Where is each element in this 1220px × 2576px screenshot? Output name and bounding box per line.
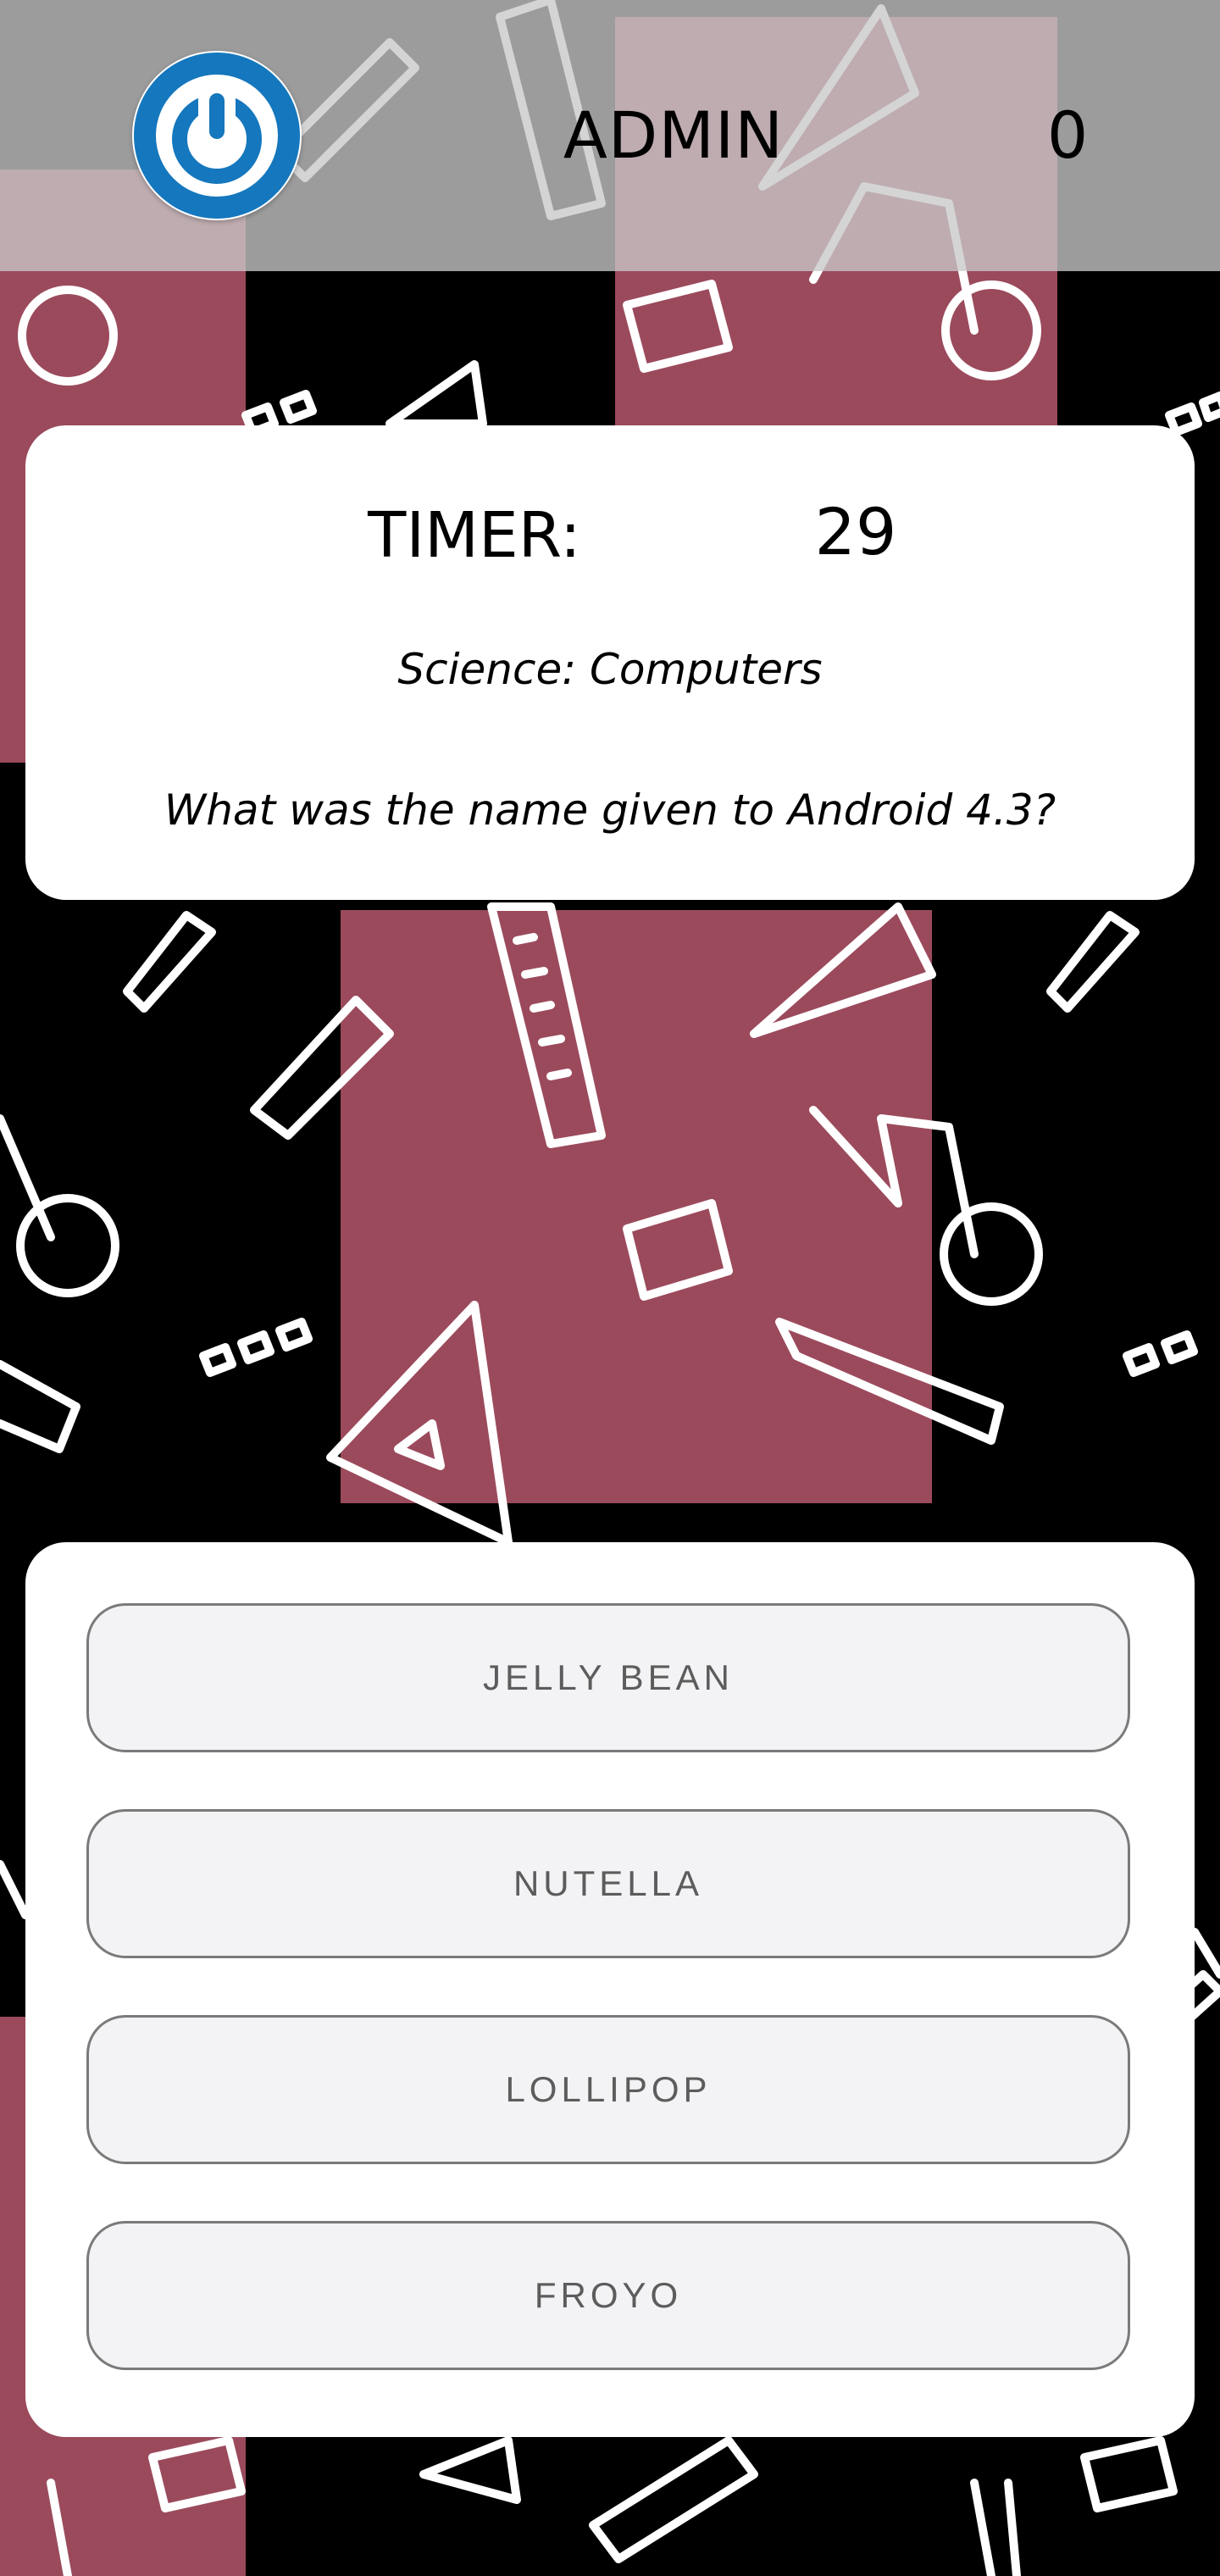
answers-card: JELLY BEAN NUTELLA LOLLIPOP FROYO <box>25 1542 1195 2437</box>
score-value: 0 <box>1046 97 1089 173</box>
question-card: TIMER: 29 Science: Computers What was th… <box>25 425 1195 900</box>
question-text: What was the name given to Android 4.3? <box>164 786 1056 835</box>
pattern-block <box>341 910 932 1503</box>
power-icon[interactable] <box>132 51 302 220</box>
username-label: ADMIN <box>563 97 785 173</box>
answer-button[interactable]: FROYO <box>86 2221 1130 2370</box>
timer-value: 29 <box>814 494 897 569</box>
answer-button[interactable]: NUTELLA <box>86 1809 1130 1958</box>
timer-label: TIMER: <box>368 499 581 572</box>
answer-button[interactable]: JELLY BEAN <box>86 1603 1130 1752</box>
question-category: Science: Computers <box>397 645 823 694</box>
top-bar: ADMIN 0 <box>0 0 1220 271</box>
answer-button[interactable]: LOLLIPOP <box>86 2015 1130 2164</box>
